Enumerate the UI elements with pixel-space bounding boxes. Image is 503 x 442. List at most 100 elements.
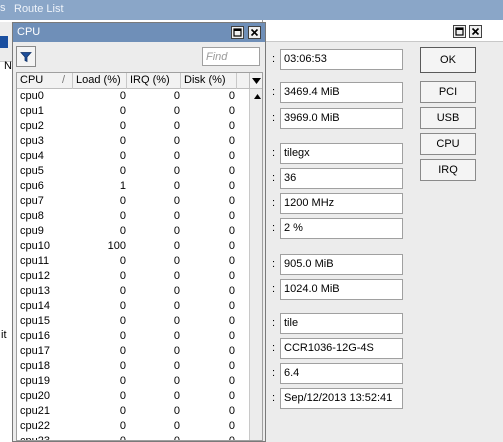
load-cell: 0 — [119, 105, 126, 117]
irq-cell: 0 — [173, 345, 180, 357]
table-row[interactable]: cpu7 0 0 0 — [17, 194, 249, 209]
cpu-name-cell: cpu11 — [20, 255, 50, 267]
disk-cell: 0 — [228, 225, 235, 237]
table-row[interactable]: cpu10 100 0 0 — [17, 239, 249, 254]
cpu-name-cell: cpu9 — [20, 225, 44, 237]
load-cell: 0 — [119, 405, 126, 417]
disk-cell: 0 — [228, 300, 235, 312]
board-name-field: CCR1036-12G-4S — [280, 338, 403, 359]
irq-cell: 0 — [173, 105, 180, 117]
table-row[interactable]: cpu4 0 0 0 — [17, 149, 249, 164]
cpu-name-cell: cpu17 — [20, 345, 50, 357]
vertical-scrollbar[interactable] — [249, 89, 262, 440]
restore-icon[interactable] — [231, 26, 244, 39]
irq-cell: 0 — [173, 195, 180, 207]
disk-cell: 0 — [228, 90, 235, 102]
cpu-name-cell: cpu18 — [20, 360, 50, 372]
irq-cell: 0 — [173, 315, 180, 327]
disk-cell: 0 — [228, 165, 235, 177]
route-list-titlebar: Route List — [0, 0, 503, 20]
route-row-fragment: it — [1, 329, 7, 341]
cpu-name-cell: cpu7 — [20, 195, 44, 207]
irq-cell: 0 — [173, 135, 180, 147]
load-cell: 0 — [119, 420, 126, 432]
column-header-cpu[interactable]: CPU / — [17, 73, 73, 89]
cpu-table: CPU / Load (%) IRQ (%) Disk (%) cpu0 0 0 0 c… — [16, 72, 263, 441]
cpu-name-cell: cpu10 — [20, 240, 50, 252]
usb-button[interactable]: USB — [420, 107, 476, 129]
table-row[interactable]: cpu18 0 0 0 — [17, 359, 249, 374]
table-row[interactable]: cpu20 0 0 0 — [17, 389, 249, 404]
column-menu-button[interactable] — [249, 73, 262, 89]
cpu-name-cell: cpu19 — [20, 375, 50, 387]
disk-cell: 0 — [228, 405, 235, 417]
irq-cell: 0 — [173, 270, 180, 282]
table-row[interactable]: cpu3 0 0 0 — [17, 134, 249, 149]
funnel-icon — [20, 51, 32, 62]
disk-cell: 0 — [228, 180, 235, 192]
disk-cell: 0 — [228, 270, 235, 282]
disk-cell: 0 — [228, 375, 235, 387]
column-header-disk[interactable]: Disk (%) — [181, 73, 237, 89]
disk-cell: 0 — [228, 240, 235, 252]
table-row[interactable]: cpu15 0 0 0 — [17, 314, 249, 329]
table-row[interactable]: cpu22 0 0 0 — [17, 419, 249, 434]
table-row[interactable]: cpu12 0 0 0 — [17, 269, 249, 284]
irq-cell: 0 — [173, 150, 180, 162]
triangle-down-icon — [252, 77, 261, 84]
route-list-title-fragment: s — [0, 2, 6, 14]
table-row[interactable]: cpu19 0 0 0 — [17, 374, 249, 389]
architecture-field: tile — [280, 313, 403, 334]
load-cell: 0 — [119, 345, 126, 357]
table-body: cpu0 0 0 0 cpu1 0 0 0 cpu2 0 0 0 cpu3 0 0 0 cpu4 0 0 0 cpu5 0… — [17, 89, 249, 440]
table-row[interactable]: cpu8 0 0 0 — [17, 209, 249, 224]
sort-indicator: / — [62, 74, 66, 86]
free-memory-field: 3469.4 MiB — [280, 82, 403, 103]
cpu-titlebar: CPU — [13, 23, 265, 42]
disk-cell: 0 — [228, 315, 235, 327]
table-row[interactable]: cpu2 0 0 0 — [17, 119, 249, 134]
version-field: 6.4 — [280, 363, 403, 384]
table-row[interactable]: cpu6 1 0 0 — [17, 179, 249, 194]
cpu-name-cell: cpu0 — [20, 90, 44, 102]
irq-button[interactable]: IRQ — [420, 159, 476, 181]
close-icon[interactable] — [469, 25, 482, 38]
uptime-field: 03:06:53 — [280, 49, 403, 70]
table-row[interactable]: cpu1 0 0 0 — [17, 104, 249, 119]
route-add-icon[interactable] — [0, 36, 8, 48]
cpu-button[interactable]: CPU — [420, 133, 476, 155]
load-cell: 0 — [119, 135, 126, 147]
table-row[interactable]: cpu14 0 0 0 — [17, 299, 249, 314]
table-row[interactable]: cpu11 0 0 0 — [17, 254, 249, 269]
table-row[interactable]: cpu0 0 0 0 — [17, 89, 249, 104]
disk-cell: 0 — [228, 210, 235, 222]
route-column-fragment: N — [4, 60, 12, 72]
resource-window: : 03:06:53 : 3469.4 MiB : 3969.0 MiB : t… — [262, 20, 503, 442]
disk-cell: 0 — [228, 135, 235, 147]
find-input[interactable] — [202, 47, 260, 66]
cpu-arch-field: tilegx — [280, 143, 403, 164]
column-header-load[interactable]: Load (%) — [73, 73, 127, 89]
resource-titlebar — [263, 20, 503, 42]
ok-button[interactable]: OK — [420, 47, 476, 73]
filter-button[interactable] — [16, 46, 36, 67]
table-row[interactable]: cpu9 0 0 0 — [17, 224, 249, 239]
table-row[interactable]: cpu13 0 0 0 — [17, 284, 249, 299]
column-header-irq[interactable]: IRQ (%) — [127, 73, 181, 89]
table-row[interactable]: cpu21 0 0 0 — [17, 404, 249, 419]
scroll-up-button[interactable] — [250, 89, 262, 104]
cpu-window-title: CPU — [17, 26, 41, 38]
table-row[interactable]: cpu23 0 0 0 — [17, 434, 249, 440]
route-list-title: Route List — [14, 3, 64, 15]
pci-button[interactable]: PCI — [420, 81, 476, 103]
load-cell: 0 — [119, 375, 126, 387]
load-cell: 0 — [119, 210, 126, 222]
restore-icon[interactable] — [453, 25, 466, 38]
disk-cell: 0 — [228, 285, 235, 297]
table-row[interactable]: cpu5 0 0 0 — [17, 164, 249, 179]
table-row[interactable]: cpu16 0 0 0 — [17, 329, 249, 344]
close-icon[interactable] — [248, 26, 261, 39]
table-row[interactable]: cpu17 0 0 0 — [17, 344, 249, 359]
load-cell: 0 — [119, 225, 126, 237]
cpu-name-cell: cpu13 — [20, 285, 50, 297]
